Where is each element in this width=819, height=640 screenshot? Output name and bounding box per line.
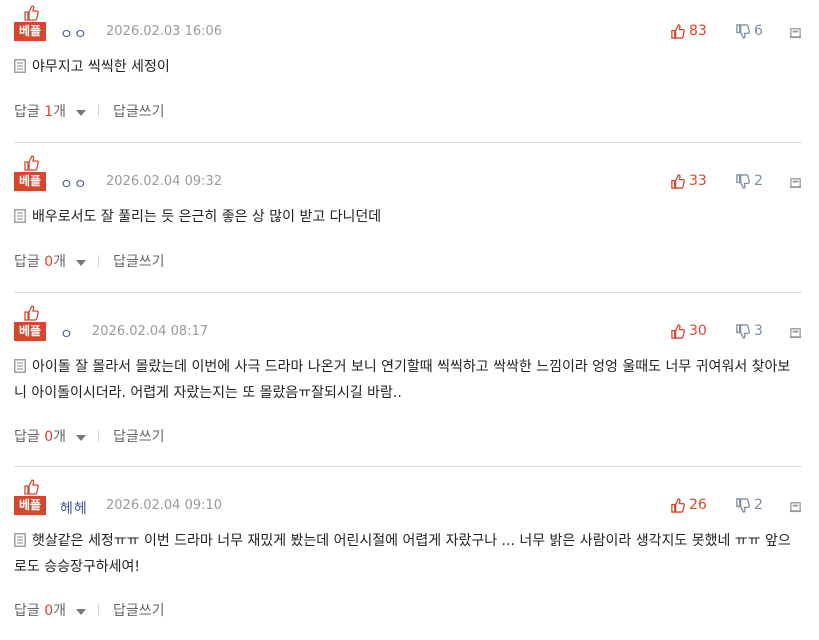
thumbs-up-icon — [671, 323, 685, 339]
comment-text: 햇살같은 세정ㅠㅠ 이번 드라마 너무 재밌게 봤는데 어린시절에 어렵게 자랐… — [14, 533, 791, 575]
best-label: 베플 — [14, 322, 46, 341]
document-icon — [14, 533, 26, 547]
divider — [14, 292, 802, 293]
author-nickname[interactable]: ㅇㅇ — [60, 24, 88, 44]
best-label: 베플 — [14, 172, 46, 191]
upvote-button[interactable]: 30 — [670, 323, 707, 339]
caret-down-icon — [76, 435, 87, 441]
write-reply-link[interactable]: 답글쓰기 — [113, 101, 165, 121]
thumbs-up-icon — [24, 305, 39, 321]
document-icon — [14, 209, 26, 223]
thumbs-up-icon — [671, 173, 685, 189]
upvote-button[interactable]: 26 — [670, 497, 707, 513]
caret-down-icon — [76, 609, 87, 615]
author-nickname[interactable]: ㅇ — [60, 324, 74, 344]
divider — [98, 430, 100, 442]
report-icon[interactable] — [789, 26, 802, 39]
write-reply-link[interactable]: 답글쓰기 — [113, 251, 165, 271]
reply-toggle[interactable]: 답글 0개 — [14, 426, 87, 446]
document-icon — [14, 359, 26, 373]
downvote-button[interactable]: 6 — [735, 23, 763, 39]
comment-date: 2026.02.04 09:10 — [106, 498, 223, 513]
upvote-count: 33 — [689, 173, 707, 189]
comment-text: 야무지고 씩씩한 세정이 — [32, 59, 170, 75]
downvote-count: 3 — [754, 323, 763, 339]
comment-text: 배우로서도 잘 풀리는 듯 은근히 좋은 상 많이 받고 다니던데 — [32, 209, 382, 225]
divider — [98, 604, 100, 616]
reply-toggle[interactable]: 답글 1개 — [14, 101, 87, 121]
reply-unit: 개 — [53, 603, 67, 619]
thumbs-up-icon — [671, 497, 685, 513]
reply-count: 0 — [44, 254, 54, 270]
report-icon[interactable] — [789, 326, 802, 339]
upvote-count: 83 — [689, 23, 707, 39]
comment-footer: 답글 0개 답글쓰기 — [14, 251, 165, 271]
downvote-button[interactable]: 2 — [735, 497, 763, 513]
divider — [14, 142, 802, 143]
comment-footer: 답글 0개 답글쓰기 — [14, 426, 165, 446]
best-badge: 베플 — [14, 155, 46, 191]
downvote-button[interactable]: 3 — [735, 323, 763, 339]
upvote-count: 30 — [689, 323, 707, 339]
caret-down-icon — [76, 110, 87, 116]
comment-footer: 답글 1개 답글쓰기 — [14, 101, 165, 121]
write-reply-link[interactable]: 답글쓰기 — [113, 426, 165, 446]
reply-toggle[interactable]: 답글 0개 — [14, 251, 87, 271]
comment-body: 배우로서도 잘 풀리는 듯 은근히 좋은 상 많이 받고 다니던데 — [14, 204, 802, 230]
author-nickname[interactable]: 헤헤 — [60, 498, 88, 518]
reply-unit: 개 — [53, 254, 67, 270]
comment-date: 2026.02.03 16:06 — [106, 24, 223, 39]
downvote-count: 6 — [754, 23, 763, 39]
comment-body: 야무지고 씩씩한 세정이 — [14, 54, 802, 80]
report-icon[interactable] — [789, 176, 802, 189]
document-icon — [14, 59, 26, 73]
thumbs-up-icon — [24, 479, 39, 495]
reply-count: 0 — [44, 429, 54, 445]
comment-footer: 답글 0개 답글쓰기 — [14, 600, 165, 620]
thumbs-up-icon — [24, 155, 39, 171]
reply-count: 1 — [44, 104, 54, 120]
best-badge: 베플 — [14, 5, 46, 41]
downvote-count: 2 — [754, 497, 763, 513]
author-nickname[interactable]: ㅇㅇ — [60, 174, 88, 194]
reply-unit: 개 — [53, 429, 67, 445]
thumbs-down-icon — [736, 173, 750, 189]
comment-body: 아이돌 잘 몰라서 몰랐는데 이번에 사극 드라마 나온거 보니 연기할때 씩씩… — [14, 354, 802, 406]
comment-date: 2026.02.04 08:17 — [92, 324, 209, 339]
divider — [98, 255, 100, 267]
reply-toggle[interactable]: 답글 0개 — [14, 600, 87, 620]
best-badge: 베플 — [14, 479, 46, 515]
reply-count: 0 — [44, 603, 54, 619]
downvote-button[interactable]: 2 — [735, 173, 763, 189]
thumbs-down-icon — [736, 497, 750, 513]
caret-down-icon — [76, 260, 87, 266]
comment-text: 아이돌 잘 몰라서 몰랐는데 이번에 사극 드라마 나온거 보니 연기할때 씩씩… — [14, 359, 791, 401]
upvote-button[interactable]: 33 — [670, 173, 707, 189]
best-badge: 베플 — [14, 305, 46, 341]
thumbs-down-icon — [736, 323, 750, 339]
comment-date: 2026.02.04 09:32 — [106, 174, 223, 189]
write-reply-link[interactable]: 답글쓰기 — [113, 600, 165, 620]
divider — [98, 105, 100, 117]
upvote-count: 26 — [689, 497, 707, 513]
reply-unit: 개 — [53, 104, 67, 120]
downvote-count: 2 — [754, 173, 763, 189]
comment-list: 베플 ㅇㅇ 2026.02.03 16:06 83 6 야무지고 씩씩한 세정이… — [0, 0, 819, 640]
comment-body: 햇살같은 세정ㅠㅠ 이번 드라마 너무 재밌게 봤는데 어린시절에 어렵게 자랐… — [14, 528, 802, 580]
divider — [14, 466, 802, 467]
best-label: 베플 — [14, 496, 46, 515]
thumbs-up-icon — [671, 23, 685, 39]
best-label: 베플 — [14, 22, 46, 41]
thumbs-down-icon — [736, 23, 750, 39]
thumbs-up-icon — [24, 5, 39, 21]
upvote-button[interactable]: 83 — [670, 23, 707, 39]
report-icon[interactable] — [789, 500, 802, 513]
